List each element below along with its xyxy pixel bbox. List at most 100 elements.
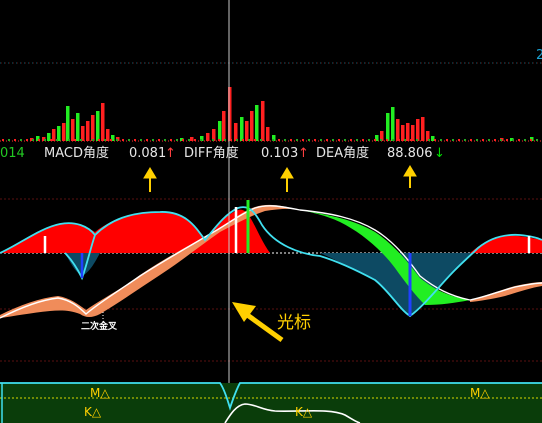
histogram-tick [374, 139, 376, 141]
histogram-bar [91, 115, 95, 141]
histogram-tick [152, 139, 154, 141]
histogram-tick [446, 139, 448, 141]
histogram-tick [512, 139, 514, 141]
histogram-tick [482, 139, 484, 141]
histogram-tick [56, 139, 58, 141]
macd-angle-arrow-icon: ↑ [165, 146, 176, 161]
histogram-tick [296, 139, 298, 141]
histogram-tick [128, 139, 130, 141]
arrow-icon-dea [403, 165, 417, 188]
histogram-tick [254, 139, 256, 141]
histogram-bar [266, 127, 270, 141]
indicator-chart[interactable]: 2 光标 二次金叉 M△ M△ K△ K△ [0, 0, 542, 423]
histogram-bar [47, 133, 51, 141]
histogram-tick [92, 139, 94, 141]
histogram-tick [410, 139, 412, 141]
histogram-tick [518, 139, 520, 141]
k-label-right: K△ [295, 405, 313, 419]
histogram-tick [500, 139, 502, 141]
histogram-bar [52, 129, 56, 141]
histogram-tick [488, 139, 490, 141]
arrow-icon-macd [143, 167, 157, 192]
histogram-tick [344, 139, 346, 141]
cursor-annotation: 光标 [277, 313, 311, 333]
dea-angle-arrow-icon: ↓ [434, 146, 445, 161]
histogram-tick [104, 139, 106, 141]
histogram-bar [386, 113, 390, 141]
histogram-bar [86, 121, 90, 141]
histogram-tick [368, 139, 370, 141]
histogram-bar [411, 125, 415, 141]
histogram-bar [101, 103, 105, 141]
histogram-bar [106, 129, 110, 141]
histogram-tick [386, 139, 388, 141]
histogram-tick [278, 139, 280, 141]
histogram-tick [320, 139, 322, 141]
histogram-tick [524, 139, 526, 141]
histogram-tick [362, 139, 364, 141]
readout-arrows [143, 165, 417, 192]
macd-angle-label: MACD角度 [44, 146, 109, 161]
histogram-tick [194, 139, 196, 141]
angle-readout-bar: 014 MACD角度 0.081 ↑ DIFF角度 0.103 ↑ DEA角度 … [0, 145, 542, 163]
bottom-panel-bg [0, 383, 542, 423]
histogram-bar [416, 119, 420, 141]
histogram-tick [110, 139, 112, 141]
histogram-tick [338, 139, 340, 141]
histogram-bar [76, 113, 80, 141]
histogram-tick [50, 139, 52, 141]
histogram-tick [392, 139, 394, 141]
diff-angle-label: DIFF角度 [184, 146, 239, 161]
histogram-bar [81, 126, 85, 141]
histogram-tick [434, 139, 436, 141]
histogram-tick [350, 139, 352, 141]
histogram-bar [406, 123, 410, 141]
histogram-tick [242, 139, 244, 141]
dea-angle-label: DEA角度 [316, 146, 370, 161]
histogram-tick [86, 139, 88, 141]
second-cross-annotation: 二次金叉 [81, 320, 118, 332]
histogram-tick [380, 139, 382, 141]
histogram-tick [80, 139, 82, 141]
histogram-tick [494, 139, 496, 141]
histogram-tick [14, 139, 16, 141]
gridlines [0, 62, 542, 362]
histogram-bar [66, 106, 70, 141]
histogram-tick [356, 139, 358, 141]
histogram-tick [146, 139, 148, 141]
histogram-bar [96, 111, 100, 141]
histogram-tick [182, 139, 184, 141]
histogram-tick [248, 139, 250, 141]
histogram-tick [218, 139, 220, 141]
histogram-tick [530, 139, 532, 141]
histogram-tick [188, 139, 190, 141]
histogram-bar [62, 123, 66, 141]
histogram-tick [2, 139, 4, 141]
histogram-tick [74, 139, 76, 141]
histogram-tick [224, 139, 226, 141]
histogram-bar [71, 119, 75, 141]
histogram-tick [200, 139, 202, 141]
m-label-left: M△ [90, 386, 110, 400]
histogram-tick [8, 139, 10, 141]
histogram-tick [38, 139, 40, 141]
histogram-tick [170, 139, 172, 141]
histogram-bar [234, 123, 238, 141]
histogram-tick [164, 139, 166, 141]
angle-histogram [2, 87, 538, 141]
histogram-tick [458, 139, 460, 141]
histogram-tick [506, 139, 508, 141]
histogram-tick [116, 139, 118, 141]
histogram-tick [314, 139, 316, 141]
histogram-bar [401, 125, 405, 141]
histogram-tick [134, 139, 136, 141]
histogram-tick [26, 139, 28, 141]
diff-angle-value: 0.103 [261, 146, 299, 161]
red-positive-area-right [470, 235, 542, 253]
histogram-bar [57, 126, 61, 141]
histogram-bar [218, 121, 222, 141]
macd-angle-value: 0.081 [129, 146, 167, 161]
histogram-tick [476, 139, 478, 141]
histogram-tick [32, 139, 34, 141]
histogram-bar [222, 111, 226, 141]
